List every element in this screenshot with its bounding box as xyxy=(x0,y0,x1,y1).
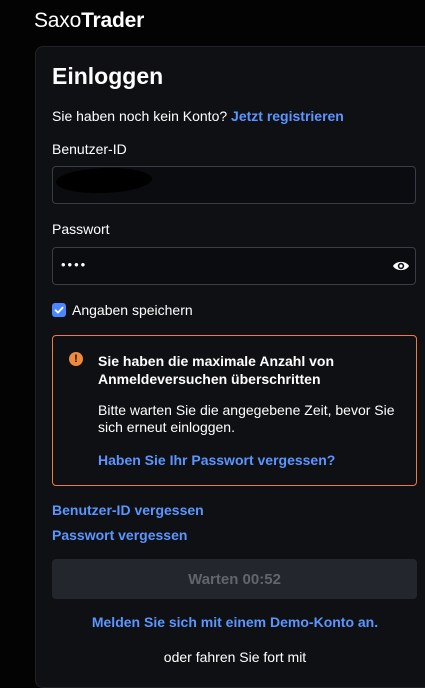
password-mask: •••• xyxy=(61,257,88,272)
checkmark-icon xyxy=(54,306,64,314)
register-link[interactable]: Jetzt registrieren xyxy=(231,108,344,124)
show-password-eye-icon[interactable] xyxy=(392,259,410,273)
alert-forgot-password-link[interactable]: Haben Sie Ihr Passwort vergessen? xyxy=(98,452,335,468)
alert-title: Sie haben die maximale Anzahl von Anmeld… xyxy=(98,353,334,387)
forgot-password-link[interactable]: Passwort vergessen xyxy=(52,527,187,543)
demo-account-link[interactable]: Melden Sie sich mit einem Demo-Konto an. xyxy=(0,614,425,630)
brand-logo: SaxoTrader xyxy=(34,9,144,33)
no-account-line: Sie haben noch kein Konto? Jetzt registr… xyxy=(52,108,344,124)
user-id-label: Benutzer-ID xyxy=(52,141,127,157)
forgot-user-id-link[interactable]: Benutzer-ID vergessen xyxy=(52,502,204,518)
page-title: Einloggen xyxy=(52,63,164,89)
wait-countdown-button[interactable]: Warten 00:52 xyxy=(52,559,417,599)
remember-label: Angaben speichern xyxy=(72,302,193,318)
remember-checkbox[interactable] xyxy=(52,303,66,317)
password-input[interactable] xyxy=(52,247,416,285)
continue-with-text: oder fahren Sie fort mit xyxy=(163,649,307,665)
no-account-text: Sie haben noch kein Konto? xyxy=(52,108,228,124)
brand-part-trader: Trader xyxy=(81,9,145,32)
alert-body: Bitte warten Sie die angegebene Zeit, be… xyxy=(98,402,395,435)
brand-part-saxo: Saxo xyxy=(34,9,82,32)
password-label: Passwort xyxy=(52,221,110,237)
alert-icon: ! xyxy=(69,352,83,366)
